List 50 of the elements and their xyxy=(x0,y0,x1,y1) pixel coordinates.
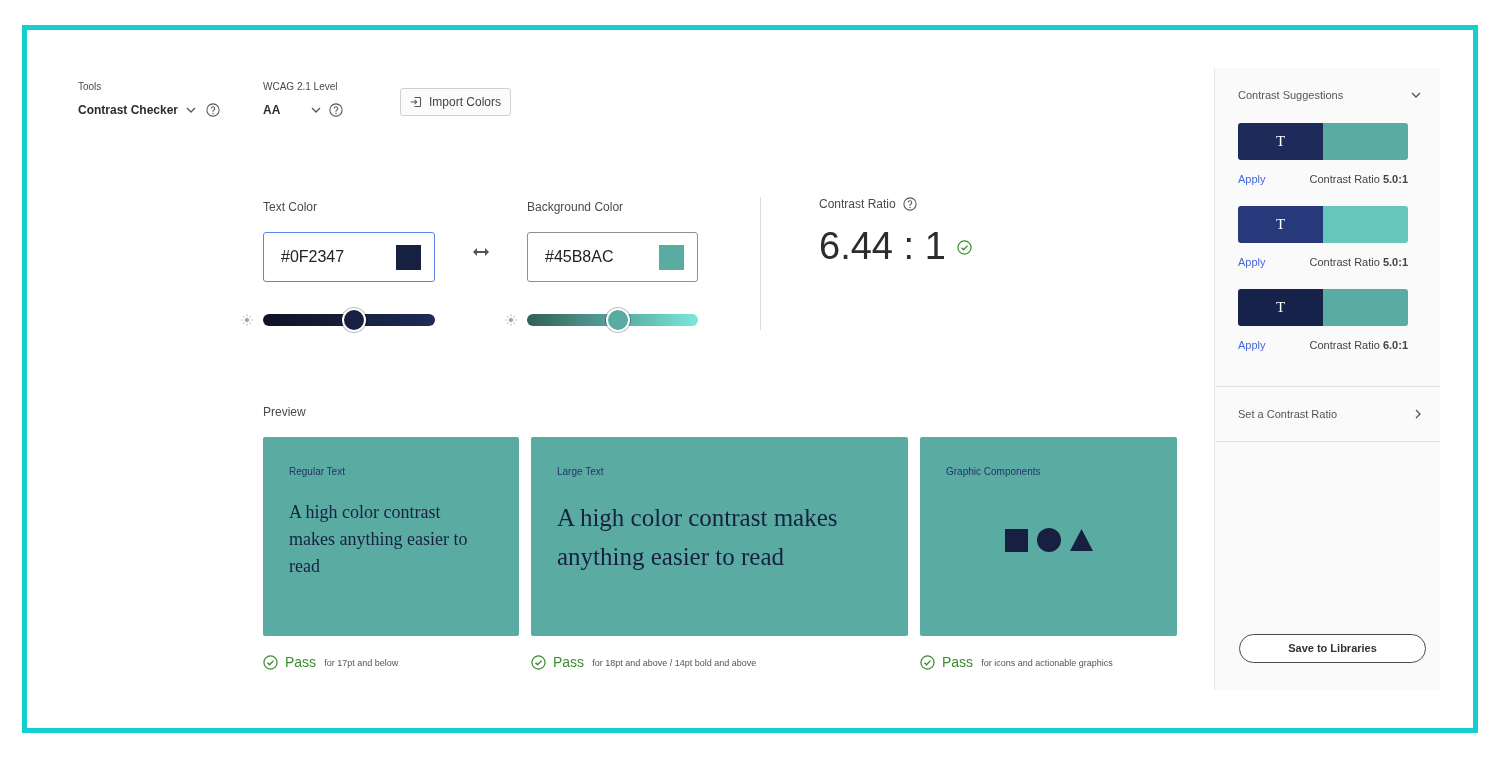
brightness-icon xyxy=(241,314,253,326)
sample-text: A high color contrast makes anything easier to read xyxy=(557,503,839,572)
import-icon xyxy=(410,96,422,108)
apply-link[interactable]: Apply xyxy=(1238,254,1266,270)
pass-label: Pass xyxy=(942,653,974,671)
help-icon[interactable] xyxy=(206,103,221,117)
square-icon xyxy=(1004,528,1028,552)
section-header[interactable]: Set a Contrast Ratio xyxy=(1215,387,1440,441)
save-button[interactable]: Save to Libraries xyxy=(1239,634,1426,663)
brightness-slider[interactable] xyxy=(527,308,698,332)
slider-thumb[interactable] xyxy=(605,308,630,332)
pass-label: Pass xyxy=(285,653,317,671)
card-title: Graphic Components xyxy=(946,465,1041,478)
brightness-slider[interactable] xyxy=(263,308,435,332)
dropdown-button[interactable]: Contrast Checker xyxy=(78,102,197,118)
help-icon[interactable] xyxy=(329,103,343,117)
card-title: Large Text xyxy=(557,465,604,478)
text-color-sample: T xyxy=(1238,289,1323,326)
text-color-sample: T xyxy=(1238,123,1323,160)
brightness-icon xyxy=(505,314,517,326)
contrast-ratio-label: Contrast Ratio xyxy=(819,196,896,212)
text-color-sample: T xyxy=(1238,206,1323,243)
card-title: Regular Text xyxy=(289,465,345,478)
preview-label: Preview xyxy=(263,404,306,420)
swap-arrows-icon[interactable] xyxy=(473,248,489,256)
dropdown-label: Tools xyxy=(78,80,103,93)
apply-link[interactable]: Apply xyxy=(1238,171,1266,187)
apply-link[interactable]: Apply xyxy=(1238,337,1266,353)
field-label: Text Color xyxy=(263,199,319,215)
sample-text: A high color contrast makes anything easier to read xyxy=(289,501,469,578)
slider-thumb[interactable] xyxy=(342,308,367,332)
dropdown-button[interactable]: AA xyxy=(263,102,321,118)
pass-note: for icons and actionable graphics xyxy=(981,657,1113,669)
chevron-down-icon xyxy=(186,107,197,113)
triangle-icon xyxy=(1069,529,1093,551)
chevron-down-icon xyxy=(311,107,321,113)
contrast-ratio-text: Contrast Ratio 5.0:1 xyxy=(1309,255,1408,270)
section-header[interactable]: Contrast Suggestions xyxy=(1215,68,1440,122)
import-button[interactable]: Import Colors xyxy=(400,88,512,116)
hex-input[interactable]: #0F2347 xyxy=(263,232,435,282)
pass-label: Pass xyxy=(553,653,585,671)
contrast-ratio-value: 6.44 : 1 xyxy=(819,224,946,268)
dropdown-label: WCAG 2.1 Level xyxy=(263,80,339,93)
hex-input[interactable]: #45B8AC xyxy=(527,232,698,282)
contrast-ratio-text: Contrast Ratio 5.0:1 xyxy=(1309,172,1408,187)
pass-note: for 18pt and above / 14pt bold and above xyxy=(592,657,757,669)
contrast-ratio-text: Contrast Ratio 6.0:1 xyxy=(1309,338,1408,353)
help-icon[interactable] xyxy=(902,197,917,211)
field-label: Background Color xyxy=(527,199,625,215)
pass-note: for 17pt and below xyxy=(324,657,399,669)
